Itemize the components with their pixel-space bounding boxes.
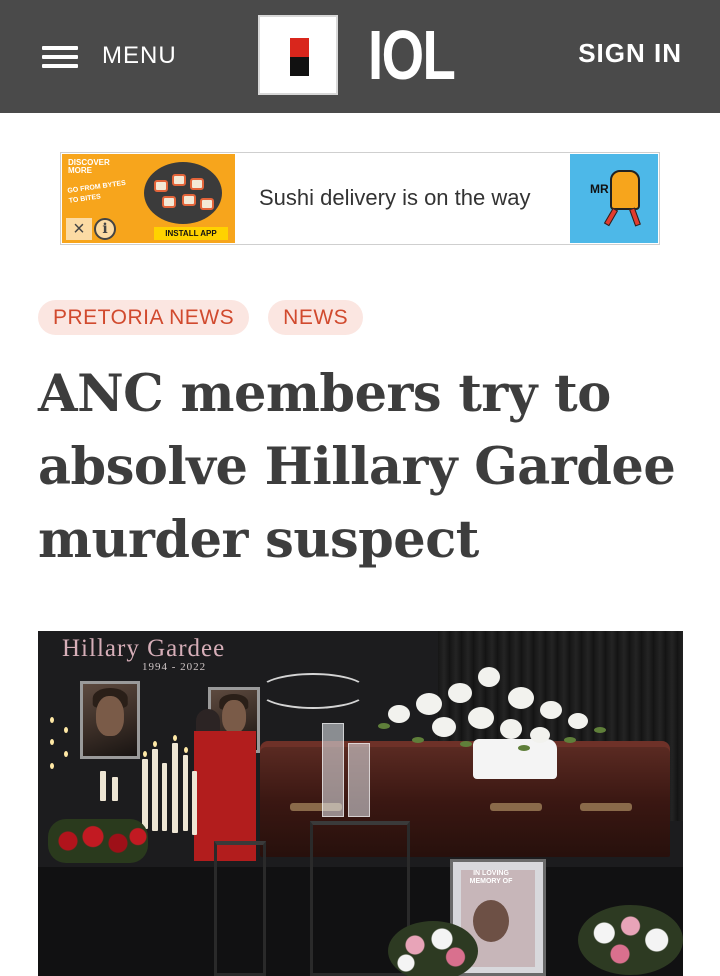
ad-slogan: GO FROM BYTES TO BITES: [67, 179, 127, 205]
memorial-banner-years: 1994 - 2022: [142, 661, 207, 673]
ad-advertiser-badge: MR: [590, 182, 609, 196]
glass-candle-holder: [348, 743, 370, 817]
decorative-swirl: [258, 673, 368, 709]
ad-mascot-image: MR: [570, 154, 658, 243]
ad-headline[interactable]: Sushi delivery is on the way: [259, 185, 530, 211]
sign-in-button[interactable]: SIGN IN: [578, 38, 682, 69]
advertisement-banner[interactable]: DISCOVER MORE GO FROM BYTES TO BITES INS…: [60, 152, 660, 245]
article-photo[interactable]: Hillary Gardee 1994 - 2022 IN LOVING MEM…: [38, 631, 683, 976]
memorial-frame-caption: IN LOVING MEMORY OF: [469, 870, 513, 885]
ad-brand: DISCOVER MORE: [68, 158, 110, 175]
install-app-button[interactable]: INSTALL APP: [154, 227, 228, 240]
metal-stand: [214, 841, 266, 976]
tag-pretoria-news[interactable]: PRETORIA NEWS: [38, 300, 250, 335]
site-logo[interactable]: IOL: [258, 15, 479, 95]
memorial-portrait-left: [80, 681, 140, 759]
glass-candle-holder: [322, 723, 344, 817]
ad-image: DISCOVER MORE GO FROM BYTES TO BITES INS…: [62, 154, 235, 243]
red-rose-arrangement: [48, 819, 148, 863]
hamburger-icon: [42, 43, 78, 69]
article-tags: PRETORIA NEWS NEWS: [38, 300, 364, 335]
memorial-banner-title: Hillary Gardee: [62, 635, 226, 662]
site-header: MENU IOL SIGN IN: [0, 0, 720, 113]
article-headline: ANC members try to absolve Hillary Garde…: [38, 364, 676, 570]
menu-button[interactable]: MENU: [42, 36, 177, 76]
pink-white-bouquet: [388, 921, 478, 976]
tag-news[interactable]: NEWS: [268, 300, 364, 335]
pink-white-bouquet: [578, 905, 683, 975]
white-floral-arrangement: [368, 657, 623, 767]
sushi-plate-image: [144, 162, 222, 224]
logo-text: IOL: [368, 16, 456, 94]
info-icon[interactable]: i: [94, 218, 116, 240]
logo-mark-icon: [258, 15, 338, 95]
menu-label: MENU: [102, 42, 177, 69]
close-icon[interactable]: ×: [66, 218, 92, 240]
